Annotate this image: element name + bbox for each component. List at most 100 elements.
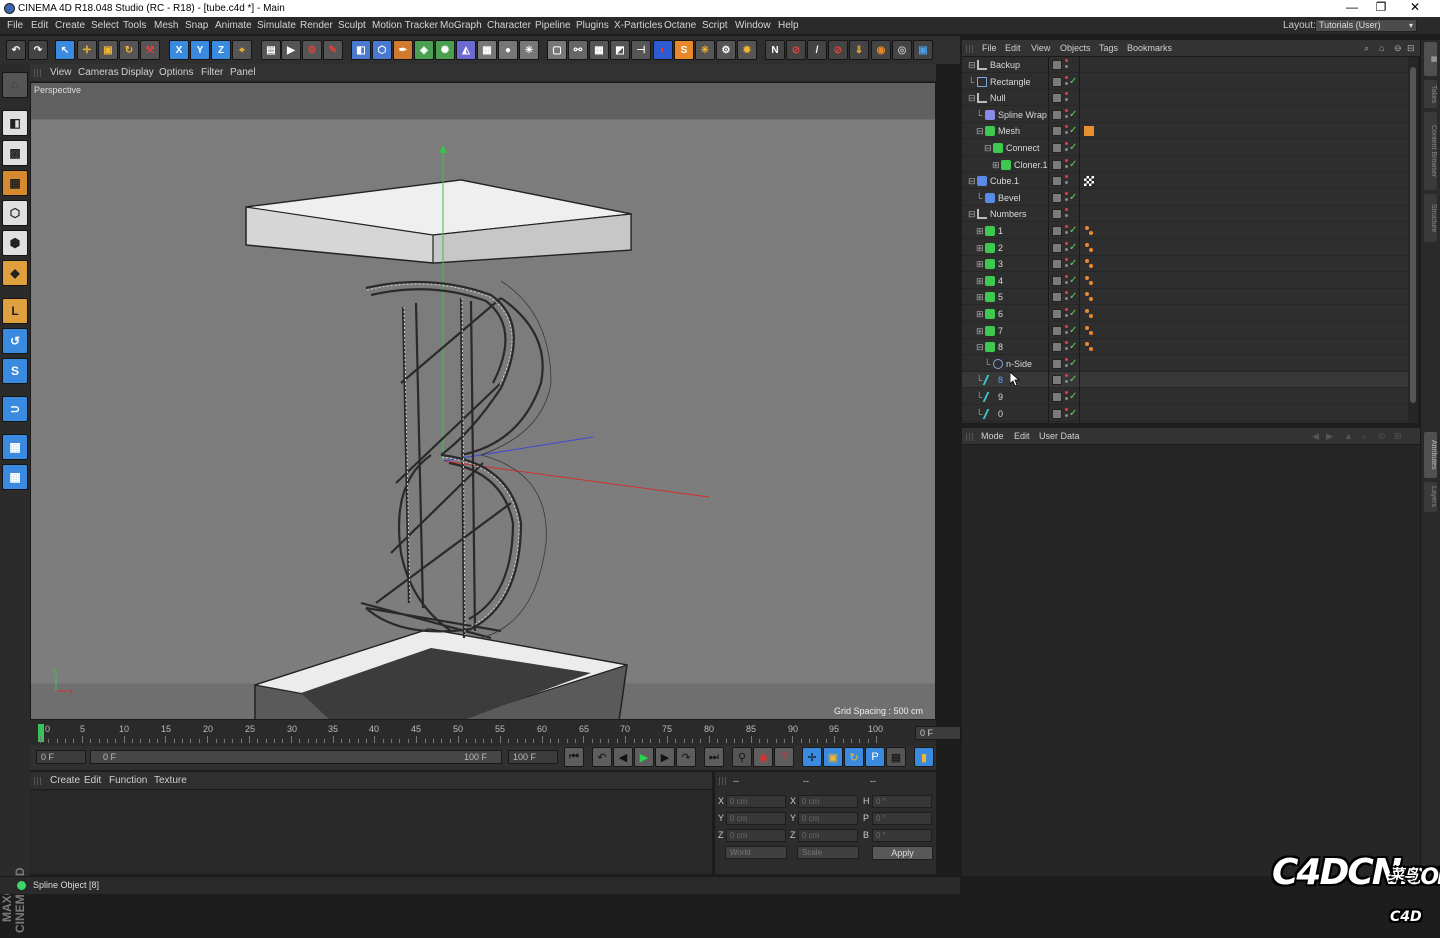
object-row[interactable]: └ Bevel ✓ xyxy=(962,189,1408,206)
tree-expander-icon[interactable]: ⊟ xyxy=(968,173,976,189)
layer-icon[interactable] xyxy=(1052,109,1062,120)
scrollbar-thumb[interactable] xyxy=(1410,67,1416,403)
move-icon[interactable]: ✛ xyxy=(77,40,97,60)
timeline-window-icon[interactable]: ▮ xyxy=(914,747,934,767)
autokey-icon[interactable]: ? xyxy=(774,747,794,767)
enabled-check-icon[interactable]: ✓ xyxy=(1069,123,1077,139)
object-list-scrollbar[interactable] xyxy=(1408,57,1418,423)
pos-x-field[interactable]: 0 cm xyxy=(726,795,786,808)
object-row[interactable]: ⊟ Backup xyxy=(962,57,1408,73)
menu-mesh[interactable]: Mesh xyxy=(154,17,178,35)
object-row[interactable]: ⊞ 2 ✓ xyxy=(962,239,1408,256)
timeline[interactable]: 0 5 10 15 20 25 30 40 35 45 50 55 60 65 … xyxy=(30,720,961,746)
enabled-check-icon[interactable]: ✓ xyxy=(1069,389,1077,405)
object-name[interactable]: 0 xyxy=(998,406,1003,422)
objects-menu-view[interactable]: View xyxy=(1031,40,1050,57)
spline-tag-icon[interactable] xyxy=(1084,292,1094,302)
object-row[interactable]: ⊟ Connect ✓ xyxy=(962,140,1408,156)
key-parameter-icon[interactable]: P xyxy=(865,747,885,767)
spline-pen-icon[interactable]: ✒ xyxy=(393,40,413,60)
menu-window[interactable]: Window xyxy=(735,17,771,35)
object-name[interactable]: 8 xyxy=(998,339,1003,355)
enabled-check-icon[interactable]: ✓ xyxy=(1069,406,1077,422)
object-row[interactable]: ⊞ 6 ✓ xyxy=(962,306,1408,322)
undo-icon[interactable]: ↶ xyxy=(6,40,26,60)
particles-icon[interactable]: ✳ xyxy=(695,40,715,60)
previous-key-icon[interactable]: ↶ xyxy=(592,747,612,767)
menu-script[interactable]: Script xyxy=(702,17,728,35)
menu-motion-tracker[interactable]: Motion Tracker xyxy=(372,17,438,35)
arrow-down-icon[interactable]: ⇓ xyxy=(849,40,869,60)
object-row[interactable]: └ Spline Wrap ✓ xyxy=(962,106,1408,123)
attributes-menu-mode[interactable]: Mode xyxy=(981,428,1004,445)
slash-icon[interactable]: / xyxy=(807,40,827,60)
material-menu-edit[interactable]: Edit xyxy=(84,772,101,790)
spline-tag-icon[interactable] xyxy=(1084,259,1094,269)
octane-icon[interactable]: ◉ xyxy=(871,40,891,60)
menu-character[interactable]: Character xyxy=(487,17,531,35)
layer-icon[interactable] xyxy=(1052,342,1062,353)
tree-expander-icon[interactable]: ⊞ xyxy=(976,256,984,272)
axis-mode-icon[interactable]: L xyxy=(2,298,28,324)
pos-y-field[interactable]: 0 cm xyxy=(726,812,786,825)
magnet-icon[interactable]: ◐ xyxy=(653,40,673,60)
viewport-menu-options[interactable]: Options xyxy=(159,64,193,82)
enabled-check-icon[interactable]: ✓ xyxy=(1069,190,1077,206)
menu-mograph[interactable]: MoGraph xyxy=(440,17,482,35)
menu-file[interactable]: File xyxy=(7,17,23,35)
layer-icon[interactable] xyxy=(1052,375,1062,386)
forward-arrow-icon[interactable]: ▶ xyxy=(1326,428,1333,445)
object-name[interactable]: Cloner.1 xyxy=(1014,157,1048,173)
enabled-check-icon[interactable]: ✓ xyxy=(1069,306,1077,322)
snapping-icon[interactable]: S xyxy=(2,358,28,384)
tree-expander-icon[interactable]: ⊞ xyxy=(976,289,984,305)
gear-icon[interactable]: ✹ xyxy=(737,40,757,60)
enabled-check-icon[interactable]: ✓ xyxy=(1069,372,1077,388)
spline-tag-icon[interactable] xyxy=(1084,309,1094,319)
new-attr-panel-icon[interactable]: ⊞ xyxy=(1394,428,1402,445)
coordinate-mode-select[interactable]: World xyxy=(725,846,787,859)
objects-menu-edit[interactable]: Edit xyxy=(1005,40,1021,57)
menu-simulate[interactable]: Simulate xyxy=(257,17,296,35)
layer-icon[interactable] xyxy=(1052,392,1062,402)
object-row[interactable]: ⊞ 3 ✓ xyxy=(962,256,1408,273)
viewport-menu-cameras[interactable]: Cameras xyxy=(78,64,119,82)
object-name[interactable]: 1 xyxy=(998,223,1003,239)
enabled-check-icon[interactable]: ✓ xyxy=(1069,74,1077,90)
material-menu-function[interactable]: Function xyxy=(109,772,147,790)
layer-icon[interactable] xyxy=(1052,408,1062,419)
render-region-icon[interactable]: ⚯ xyxy=(568,40,588,60)
layer-icon[interactable] xyxy=(1052,325,1062,336)
light-icon[interactable]: ☀ xyxy=(519,40,539,60)
panel-grip-icon[interactable] xyxy=(719,777,727,785)
object-row[interactable]: └ 9 ✓ xyxy=(962,389,1408,405)
menu-octane[interactable]: Octane xyxy=(664,17,696,35)
primitive-menu-icon[interactable]: ⬡ xyxy=(372,40,392,60)
s-plugin-icon[interactable]: S xyxy=(674,40,694,60)
object-name[interactable]: 8 xyxy=(998,372,1003,388)
tree-expander-icon[interactable]: ⊟ xyxy=(968,90,976,106)
object-name[interactable]: 7 xyxy=(998,323,1003,339)
menu-render[interactable]: Render xyxy=(300,17,333,35)
forbidden-icon[interactable]: ⊘ xyxy=(786,40,806,60)
redo-icon[interactable]: ↷ xyxy=(28,40,48,60)
object-name[interactable]: Mesh xyxy=(998,123,1020,139)
edges-mode-icon[interactable]: ⬢ xyxy=(2,230,28,256)
go-to-start-icon[interactable]: ⏮ xyxy=(564,747,584,767)
tab-takes[interactable]: Takes xyxy=(1424,80,1437,108)
spline-tag-icon[interactable] xyxy=(1084,242,1094,253)
z-axis-lock-button[interactable]: Z xyxy=(211,40,231,60)
panel-grip-icon[interactable] xyxy=(966,45,974,53)
n-plugin-icon[interactable]: N xyxy=(765,40,785,60)
rotate-icon[interactable]: ↻ xyxy=(119,40,139,60)
previous-frame-icon[interactable]: ◀ xyxy=(613,747,633,767)
visibility-dots-icon[interactable] xyxy=(1065,92,1069,104)
model-mode-icon[interactable]: ◧ xyxy=(2,110,28,136)
scale-icon[interactable]: ▣ xyxy=(98,40,118,60)
end-frame-field[interactable]: 100 F xyxy=(508,750,558,764)
key-rotation-icon[interactable]: ↻ xyxy=(844,747,864,767)
layer-icon[interactable] xyxy=(1052,309,1062,319)
tree-expander-icon[interactable]: ⊟ xyxy=(984,140,992,156)
visibility-dots-icon[interactable] xyxy=(1065,175,1069,187)
panel-grip-icon[interactable] xyxy=(34,777,42,785)
